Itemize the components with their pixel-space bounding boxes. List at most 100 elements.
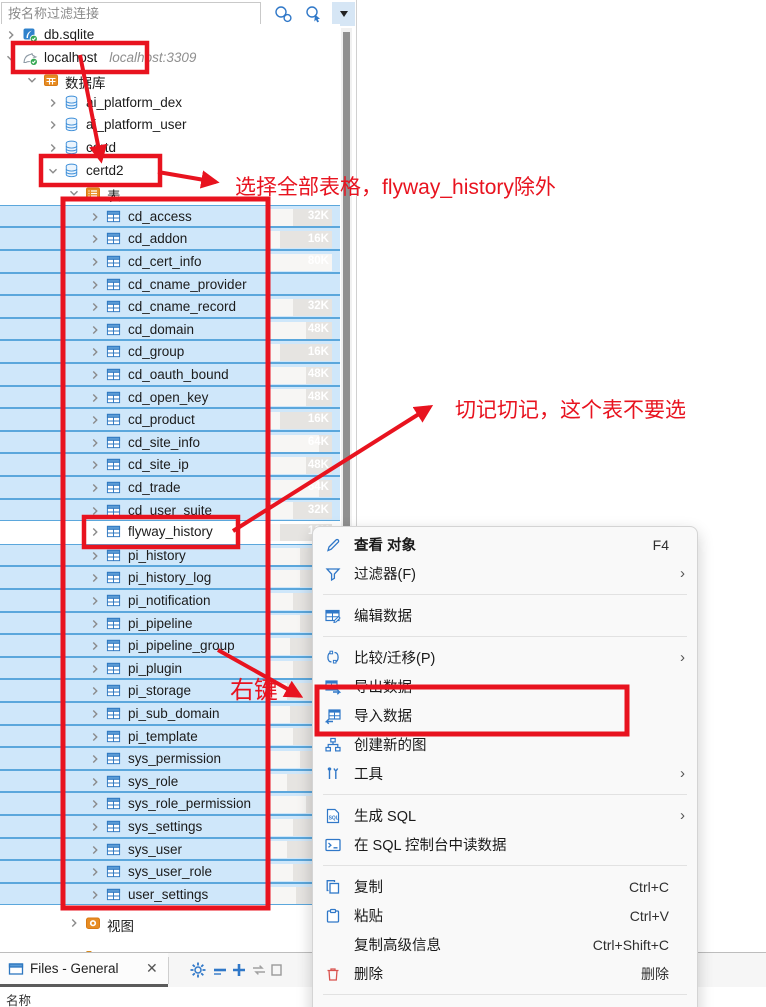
chevron-right-icon[interactable] bbox=[88, 571, 102, 585]
chevron-right-icon[interactable] bbox=[88, 232, 102, 246]
chevron-right-icon[interactable] bbox=[88, 888, 102, 902]
chevron-right-icon[interactable] bbox=[88, 323, 102, 337]
chevron-right-icon[interactable] bbox=[88, 504, 102, 518]
sync-icon[interactable] bbox=[250, 961, 268, 979]
chevron-right-icon[interactable] bbox=[4, 28, 18, 42]
tree-item-cd_user_suite[interactable]: cd_user_suite32K bbox=[0, 499, 340, 522]
chevron-right-icon[interactable] bbox=[88, 345, 102, 359]
tree-item-cd_cname_provider[interactable]: cd_cname_provider bbox=[0, 273, 340, 296]
expand-all-icon[interactable] bbox=[230, 961, 248, 979]
menu-item---SQL--------[interactable]: 在 SQL 控制台中读数据 bbox=[313, 830, 697, 859]
menu-item-----[interactable]: 导入数据 bbox=[313, 701, 697, 730]
tree-item-cd_access[interactable]: cd_access32K bbox=[0, 205, 340, 228]
tree-item-sys_settings[interactable]: sys_settings bbox=[0, 815, 340, 838]
tree-item-sys_permission[interactable]: sys_permission bbox=[0, 747, 340, 770]
chevron-right-icon[interactable] bbox=[88, 458, 102, 472]
chevron-right-icon[interactable] bbox=[88, 617, 102, 631]
chevron-right-icon[interactable] bbox=[88, 481, 102, 495]
chevron-right-icon[interactable] bbox=[88, 775, 102, 789]
menu-item-----[interactable]: 编辑数据 bbox=[313, 601, 697, 630]
tree-item-pi_template[interactable]: pi_template bbox=[0, 725, 340, 748]
chevron-right-icon[interactable] bbox=[88, 662, 102, 676]
tree-item-cd_oauth_bound[interactable]: cd_oauth_bound48K bbox=[0, 363, 340, 386]
collapse-all-icon[interactable] bbox=[211, 961, 229, 979]
tree-item----[interactable]: 数据库 bbox=[0, 69, 340, 92]
chevron-right-icon[interactable] bbox=[88, 549, 102, 563]
tree-item-pi_history[interactable]: pi_history bbox=[0, 544, 340, 567]
chevron-right-icon[interactable] bbox=[88, 707, 102, 721]
tree-item--[interactable]: 表 bbox=[0, 182, 340, 205]
tree-item-cd_cert_info[interactable]: cd_cert_info80K bbox=[0, 250, 340, 273]
menu-item----SQL[interactable]: SQL生成 SQL› bbox=[313, 801, 697, 830]
chevron-right-icon[interactable] bbox=[88, 684, 102, 698]
chevron-right-icon[interactable] bbox=[88, 594, 102, 608]
chevron-right-icon[interactable] bbox=[88, 413, 102, 427]
menu-item-----F-[interactable]: 过滤器(F)› bbox=[313, 559, 697, 588]
tree-item-ai_platform_dex[interactable]: ai_platform_dex bbox=[0, 92, 340, 115]
menu-item---[interactable]: 工具› bbox=[313, 759, 697, 788]
tree-item-cd_site_info[interactable]: cd_site_info64K bbox=[0, 431, 340, 454]
tree-item-cd_domain[interactable]: cd_domain48K bbox=[0, 318, 340, 341]
tree-item-cd_site_ip[interactable]: cd_site_ip48K bbox=[0, 453, 340, 476]
menu-item---[interactable]: 粘贴Ctrl+V bbox=[313, 901, 697, 930]
partial-toolbar-icon[interactable] bbox=[270, 961, 288, 979]
tree-item-cd_open_key[interactable]: cd_open_key48K bbox=[0, 386, 340, 409]
tree-item-certd2[interactable]: certd2 bbox=[0, 160, 340, 183]
tree-item-pi_storage[interactable]: pi_storage bbox=[0, 679, 340, 702]
chevron-right-icon[interactable] bbox=[88, 368, 102, 382]
menu-item-----[interactable]: 导出数据 bbox=[313, 672, 697, 701]
chevron-right-icon[interactable] bbox=[88, 639, 102, 653]
chevron-right-icon[interactable] bbox=[67, 916, 81, 930]
tree-item-ai_platform_user[interactable]: ai_platform_user bbox=[0, 114, 340, 137]
tree-item-sys_role_permission[interactable]: sys_role_permission bbox=[0, 792, 340, 815]
tree-item-db-sqlite[interactable]: db.sqlite bbox=[0, 24, 340, 47]
chevron-right-icon[interactable] bbox=[46, 96, 60, 110]
chevron-right-icon[interactable] bbox=[46, 141, 60, 155]
menu-item---[interactable]: 刷新F5 bbox=[313, 1001, 697, 1007]
tree-item-pi_pipeline[interactable]: pi_pipeline bbox=[0, 612, 340, 635]
tree-item-pi_notification[interactable]: pi_notification bbox=[0, 589, 340, 612]
tree-item---[interactable]: 视图 bbox=[0, 912, 340, 935]
chevron-right-icon[interactable] bbox=[88, 278, 102, 292]
chevron-right-icon[interactable] bbox=[88, 797, 102, 811]
chevron-right-icon[interactable] bbox=[88, 865, 102, 879]
tree-item-certd[interactable]: certd bbox=[0, 137, 340, 160]
tree-item-pi_sub_domain[interactable]: pi_sub_domain bbox=[0, 702, 340, 725]
tree-item---[interactable]: 索引 bbox=[0, 945, 340, 952]
chevron-right-icon[interactable] bbox=[46, 118, 60, 132]
tree-item-cd_addon[interactable]: cd_addon16K bbox=[0, 227, 340, 250]
chevron-right-icon[interactable] bbox=[88, 525, 102, 539]
tree-item-user_settings[interactable]: user_settings bbox=[0, 883, 340, 906]
gear-icon[interactable] bbox=[189, 961, 207, 979]
tree-item-pi_pipeline_group[interactable]: pi_pipeline_group bbox=[0, 634, 340, 657]
chevron-right-icon[interactable] bbox=[88, 752, 102, 766]
tree-item-pi_history_log[interactable]: pi_history_log bbox=[0, 566, 340, 589]
tree-item-cd_group[interactable]: cd_group16K bbox=[0, 340, 340, 363]
chevron-right-icon[interactable] bbox=[88, 843, 102, 857]
tree-item-sys_user[interactable]: sys_user bbox=[0, 838, 340, 861]
chevron-right-icon[interactable] bbox=[88, 730, 102, 744]
chevron-down-icon[interactable] bbox=[4, 51, 18, 65]
chevron-right-icon[interactable] bbox=[88, 436, 102, 450]
menu-item------[interactable]: 创建新的图 bbox=[313, 730, 697, 759]
chevron-right-icon[interactable] bbox=[88, 820, 102, 834]
chevron-down-icon[interactable] bbox=[46, 164, 60, 178]
menu-item---[interactable]: 删除删除 bbox=[313, 959, 697, 988]
chevron-down-icon[interactable] bbox=[25, 73, 39, 87]
tree-item-cd_product[interactable]: cd_product16K bbox=[0, 408, 340, 431]
tree-item-sys_role[interactable]: sys_role bbox=[0, 770, 340, 793]
tree-item-pi_plugin[interactable]: pi_plugin bbox=[0, 657, 340, 680]
chevron-right-icon[interactable] bbox=[88, 210, 102, 224]
tree-item-cd_trade[interactable]: cd_trade64K bbox=[0, 476, 340, 499]
tree-item-localhost[interactable]: localhostlocalhost:3309 bbox=[0, 47, 340, 70]
tab-files-general[interactable]: Files - General ✕ bbox=[0, 953, 168, 987]
menu-item---[interactable]: 复制Ctrl+C bbox=[313, 872, 697, 901]
menu-item------[interactable]: 查看 对象F4 bbox=[313, 530, 697, 559]
chevron-right-icon[interactable] bbox=[88, 300, 102, 314]
chevron-right-icon[interactable] bbox=[88, 255, 102, 269]
chevron-down-icon[interactable] bbox=[67, 186, 81, 200]
menu-item-------[interactable]: 复制高级信息Ctrl+Shift+C bbox=[313, 930, 697, 959]
tree-item-flyway_history[interactable]: flyway_history16K bbox=[0, 521, 340, 544]
close-icon[interactable]: ✕ bbox=[146, 960, 158, 977]
tree-item-cd_cname_record[interactable]: cd_cname_record32K bbox=[0, 295, 340, 318]
